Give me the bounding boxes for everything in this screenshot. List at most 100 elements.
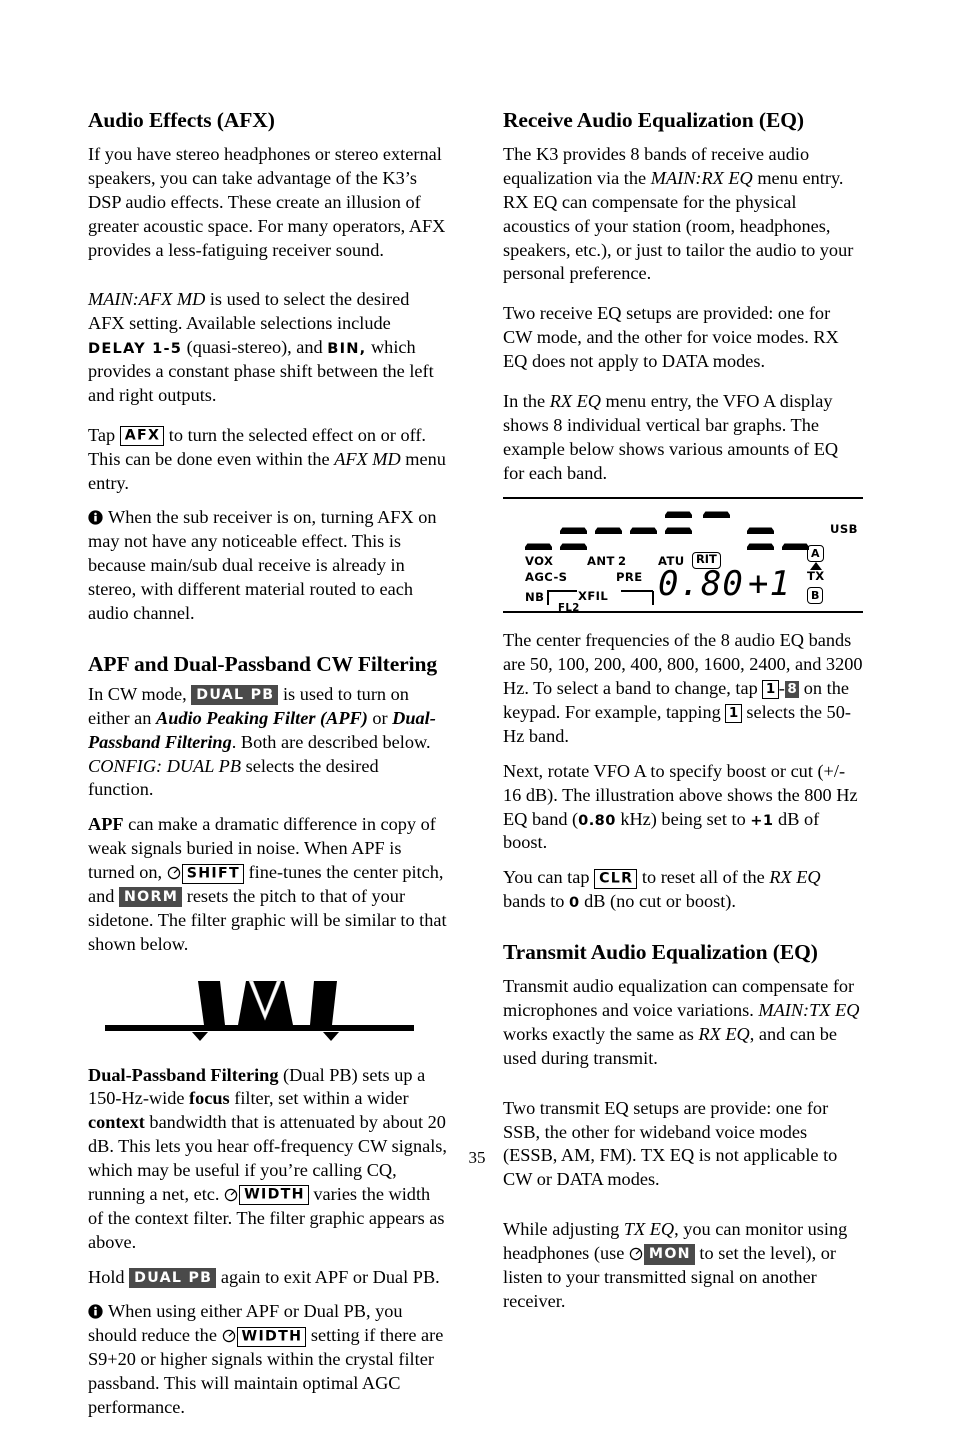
apf-p3-text-b: filter, set within a wider bbox=[229, 1088, 409, 1109]
keypad-key-1[interactable]: 1 bbox=[762, 680, 779, 700]
annunciator-nb: NB bbox=[525, 590, 545, 605]
value-0-80: 0.80 bbox=[578, 811, 616, 829]
apf-p4-text-a: Hold bbox=[88, 1266, 130, 1287]
knob-icon-shift bbox=[167, 863, 181, 880]
apf-p1-text-d: . Both are described below. bbox=[231, 731, 431, 752]
vfo-a-readout: 0.80 bbox=[658, 564, 744, 605]
heading-receive-audio-eq: Receive Audio Equalization (EQ) bbox=[503, 108, 804, 132]
annunciator-ant-number: 2 bbox=[618, 554, 627, 569]
key-shift[interactable]: SHIFT bbox=[181, 863, 244, 884]
afx-paragraph-1: If you have stereo headphones or stereo … bbox=[88, 144, 446, 260]
term-apf: APF bbox=[88, 814, 124, 835]
key-afx[interactable]: AFX bbox=[119, 426, 165, 447]
apf-p1-text-c: or bbox=[367, 707, 393, 728]
info-icon-2 bbox=[88, 1302, 103, 1320]
term-focus: focus bbox=[189, 1088, 230, 1109]
rxeq-paragraph-2: Two receive EQ setups are provided: one … bbox=[503, 303, 839, 372]
menu-ref-config-dual-pb: CONFIG: DUAL PB bbox=[88, 755, 242, 776]
apf-paragraph-2: APF can make a dramatic difference in co… bbox=[88, 813, 448, 956]
left-column: Audio Effects (AFX) If you have stereo h… bbox=[88, 108, 448, 1436]
annunciator-vfo-b: B bbox=[807, 587, 824, 604]
rxeq-paragraph-3: In the RX EQ menu entry, the VFO A displ… bbox=[503, 390, 863, 486]
annunciator-vox: VOX bbox=[525, 554, 554, 569]
apf-p1-text-a: In CW mode, bbox=[88, 683, 192, 704]
menu-ref-tx-eq: TX EQ bbox=[623, 1219, 675, 1240]
txeq-paragraph-3: While adjusting TX EQ, you can monitor u… bbox=[503, 1218, 863, 1314]
rxeq-p6-text-d: dB (no cut or boost). bbox=[579, 891, 736, 912]
rxeq-paragraph-1: The K3 provides 8 bands of receive audio… bbox=[503, 143, 863, 286]
rxeq-p4-dash: - bbox=[778, 678, 785, 699]
afx-paragraph-2: MAIN:AFX MD is used to select the desire… bbox=[88, 288, 448, 407]
eq-segment bbox=[703, 511, 730, 519]
menu-ref-afx-md: AFX MD bbox=[334, 448, 401, 469]
rxeq-p6-text-a: You can tap bbox=[503, 867, 595, 888]
key-mon[interactable]: MON bbox=[643, 1244, 695, 1265]
heading-audio-effects: Audio Effects (AFX) bbox=[88, 108, 275, 132]
heading-transmit-audio-eq: Transmit Audio Equalization (EQ) bbox=[503, 940, 818, 965]
txeq-paragraph-1: Transmit audio equalization can compensa… bbox=[503, 975, 863, 1071]
afx-p2-text-c: (quasi-stereo), and bbox=[182, 337, 328, 358]
knob-icon-mon bbox=[629, 1244, 643, 1261]
lcd-inner: VOX AGC-S NB ANT 2 PRE ATU RIT XFIL FL2 … bbox=[503, 499, 863, 615]
value-plus-1: +1 bbox=[750, 811, 774, 829]
menu-ref-rx-eq-2: RX EQ bbox=[769, 867, 821, 888]
apf-paragraph-4: Hold DUAL PB again to exit APF or Dual P… bbox=[88, 1266, 448, 1290]
keypad-key-1b[interactable]: 1 bbox=[725, 704, 742, 724]
rxeq-paragraph-4: The center frequencies of the 8 audio EQ… bbox=[503, 629, 863, 748]
keypad-key-8[interactable]: 8 bbox=[784, 681, 800, 699]
value-0-db: 0 bbox=[569, 894, 580, 912]
key-bin: BIN, bbox=[327, 340, 367, 358]
menu-ref-main-afx-md: MAIN:AFX MD bbox=[88, 289, 206, 310]
annunciator-ant: ANT bbox=[587, 554, 615, 569]
key-norm[interactable]: NORM bbox=[118, 886, 183, 908]
annunciator-fl2: FL2 bbox=[558, 603, 580, 615]
eq-segment bbox=[560, 543, 587, 551]
info-icon bbox=[88, 508, 103, 526]
annunciator-vfo-a: A bbox=[807, 545, 824, 562]
filter-response-graphic bbox=[88, 968, 448, 1046]
rxeq-p5-text-b: kHz) being set to bbox=[615, 808, 751, 829]
annunciator-pre: PRE bbox=[616, 570, 643, 585]
knob-icon-width-2 bbox=[222, 1326, 236, 1343]
txeq-p3-text-a: While adjusting bbox=[503, 1219, 624, 1240]
apf-paragraph-1: In CW mode, DUAL PB is used to turn on e… bbox=[88, 683, 448, 802]
eq-segment bbox=[782, 543, 809, 551]
txeq-paragraph-2: Two transmit EQ setups are provide: one … bbox=[503, 1097, 838, 1190]
menu-ref-rx-eq: RX EQ bbox=[549, 390, 601, 411]
heading-apf-dual-passband: APF and Dual-Passband CW Filtering bbox=[88, 651, 438, 676]
afx-p3-text-a: Tap bbox=[88, 424, 120, 445]
key-delay-1-5: DELAY 1-5 bbox=[88, 340, 183, 358]
apf-p4-text-b: again to exit APF or Dual PB. bbox=[216, 1266, 440, 1287]
annunciator-agc-s: AGC-S bbox=[525, 570, 568, 585]
rxeq-paragraph-6: You can tap CLR to reset all of the RX E… bbox=[503, 866, 863, 914]
page-number: 35 bbox=[468, 1148, 486, 1167]
term-context: context bbox=[88, 1112, 145, 1133]
eq-segment bbox=[747, 543, 774, 551]
afx-note: When the sub receiver is on, turning AFX… bbox=[88, 506, 448, 625]
key-dual-pb-1[interactable]: DUAL PB bbox=[191, 684, 279, 706]
menu-ref-main-rx-eq: MAIN:RX EQ bbox=[650, 167, 753, 188]
annunciator-usb: USB bbox=[830, 522, 858, 537]
knob-icon-width-1 bbox=[224, 1185, 238, 1202]
eq-segment bbox=[747, 527, 774, 535]
menu-ref-main-tx-eq: MAIN:TX EQ bbox=[758, 1000, 860, 1021]
vfo-b-readout: +1 bbox=[748, 564, 791, 605]
rxeq-p6-text-b: to reset all of the bbox=[637, 867, 770, 888]
apf-note: When using either APF or Dual PB, you sh… bbox=[88, 1300, 448, 1419]
rxeq-paragraph-5: Next, rotate VFO A to specify boost or c… bbox=[503, 760, 863, 856]
key-width-2[interactable]: WIDTH bbox=[236, 1326, 307, 1347]
rxeq-p3-text-a: In the bbox=[503, 390, 550, 411]
k3-lcd-display-figure: VOX AGC-S NB ANT 2 PRE ATU RIT XFIL FL2 … bbox=[503, 497, 863, 615]
afx-paragraph-3: Tap AFX to turn the selected effect on o… bbox=[88, 424, 448, 496]
txeq-p1-text-b: works exactly the same as bbox=[503, 1023, 699, 1044]
key-dual-pb-2[interactable]: DUAL PB bbox=[129, 1267, 217, 1289]
rxeq-p6-text-c: bands to bbox=[503, 891, 570, 912]
eq-segment bbox=[560, 527, 587, 535]
eq-segment bbox=[525, 543, 552, 551]
key-clr[interactable]: CLR bbox=[594, 868, 638, 889]
term-audio-peaking-filter: Audio Peaking Filter (APF) bbox=[156, 707, 368, 728]
eq-segment bbox=[665, 527, 692, 535]
afx-note-text: When the sub receiver is on, turning AFX… bbox=[88, 507, 437, 623]
key-width-1[interactable]: WIDTH bbox=[239, 1185, 309, 1206]
eq-segment bbox=[630, 527, 657, 535]
